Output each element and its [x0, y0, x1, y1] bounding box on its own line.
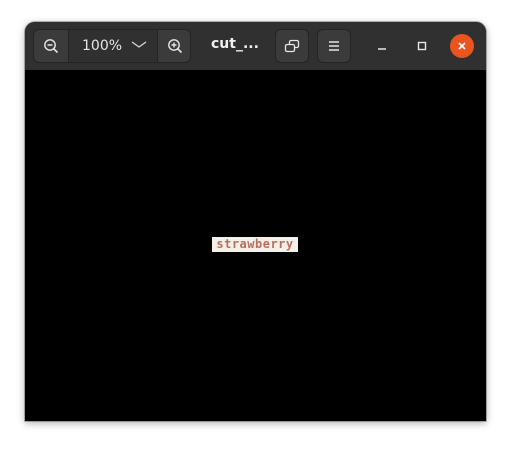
- window-title: cut_...: [211, 36, 259, 52]
- image-canvas[interactable]: strawberry: [25, 70, 486, 421]
- maximize-button[interactable]: [410, 34, 434, 58]
- displayed-image: strawberry: [212, 237, 298, 252]
- minimize-icon: [378, 48, 386, 50]
- header-bar: 100% cut_...: [25, 22, 486, 71]
- zoom-controls: 100%: [33, 29, 191, 63]
- zoom-level-value: 100%: [82, 38, 123, 54]
- hamburger-menu-icon: [329, 41, 339, 51]
- fullscreen-icon: [284, 39, 300, 53]
- zoom-in-icon: [168, 39, 183, 54]
- zoom-in-button[interactable]: [157, 30, 190, 62]
- close-button[interactable]: [450, 34, 474, 58]
- zoom-level-dropdown[interactable]: 100%: [69, 30, 157, 62]
- minimize-button[interactable]: [370, 34, 394, 58]
- chevron-down-icon: [131, 41, 147, 48]
- image-text: strawberry: [216, 237, 294, 251]
- main-menu-button[interactable]: [317, 29, 351, 63]
- close-icon: [458, 42, 466, 50]
- zoom-out-button[interactable]: [34, 30, 69, 62]
- image-viewer-window: 100% cut_... strawberry: [25, 22, 486, 421]
- maximize-icon: [417, 41, 427, 51]
- zoom-out-icon: [44, 39, 59, 54]
- fullscreen-button[interactable]: [275, 29, 309, 63]
